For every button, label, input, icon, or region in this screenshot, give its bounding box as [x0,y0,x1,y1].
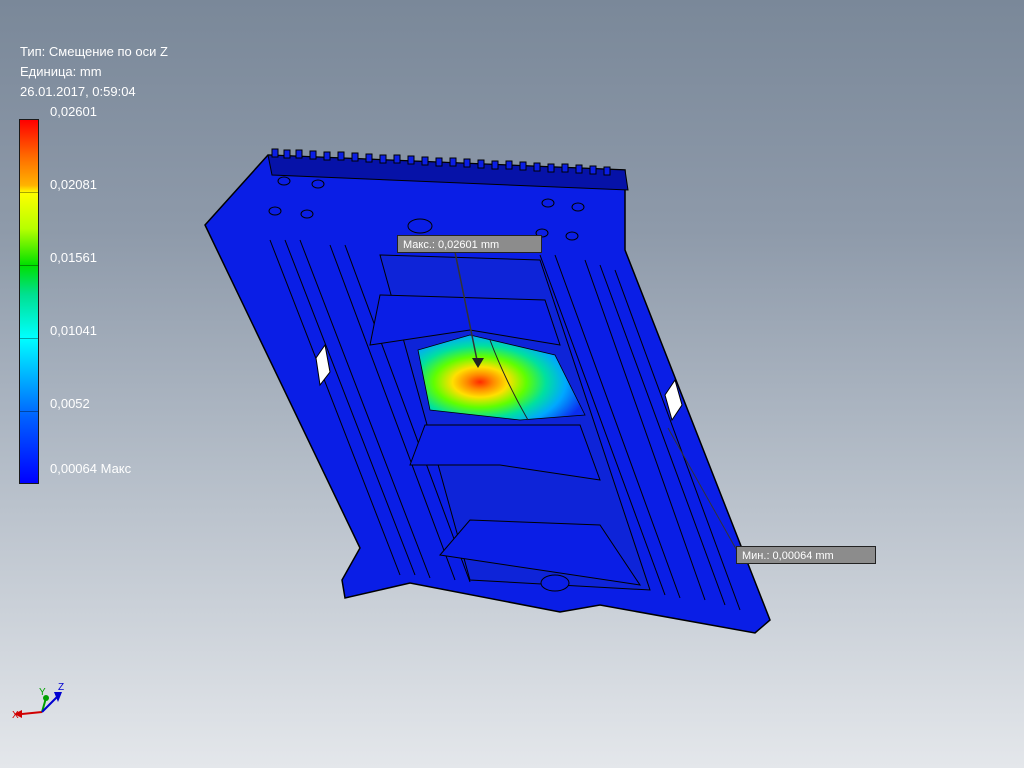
max-probe-label[interactable]: Макс.: 0,02601 mm [397,235,542,253]
fea-model-view[interactable] [0,0,1024,768]
z-axis-label: Z [58,682,64,693]
axis-triad[interactable]: X Y Z [10,678,80,728]
y-axis-label: Y [39,687,46,698]
min-probe-label[interactable]: Мин.: 0,00064 mm [736,546,876,564]
x-axis-label: X [12,710,19,721]
